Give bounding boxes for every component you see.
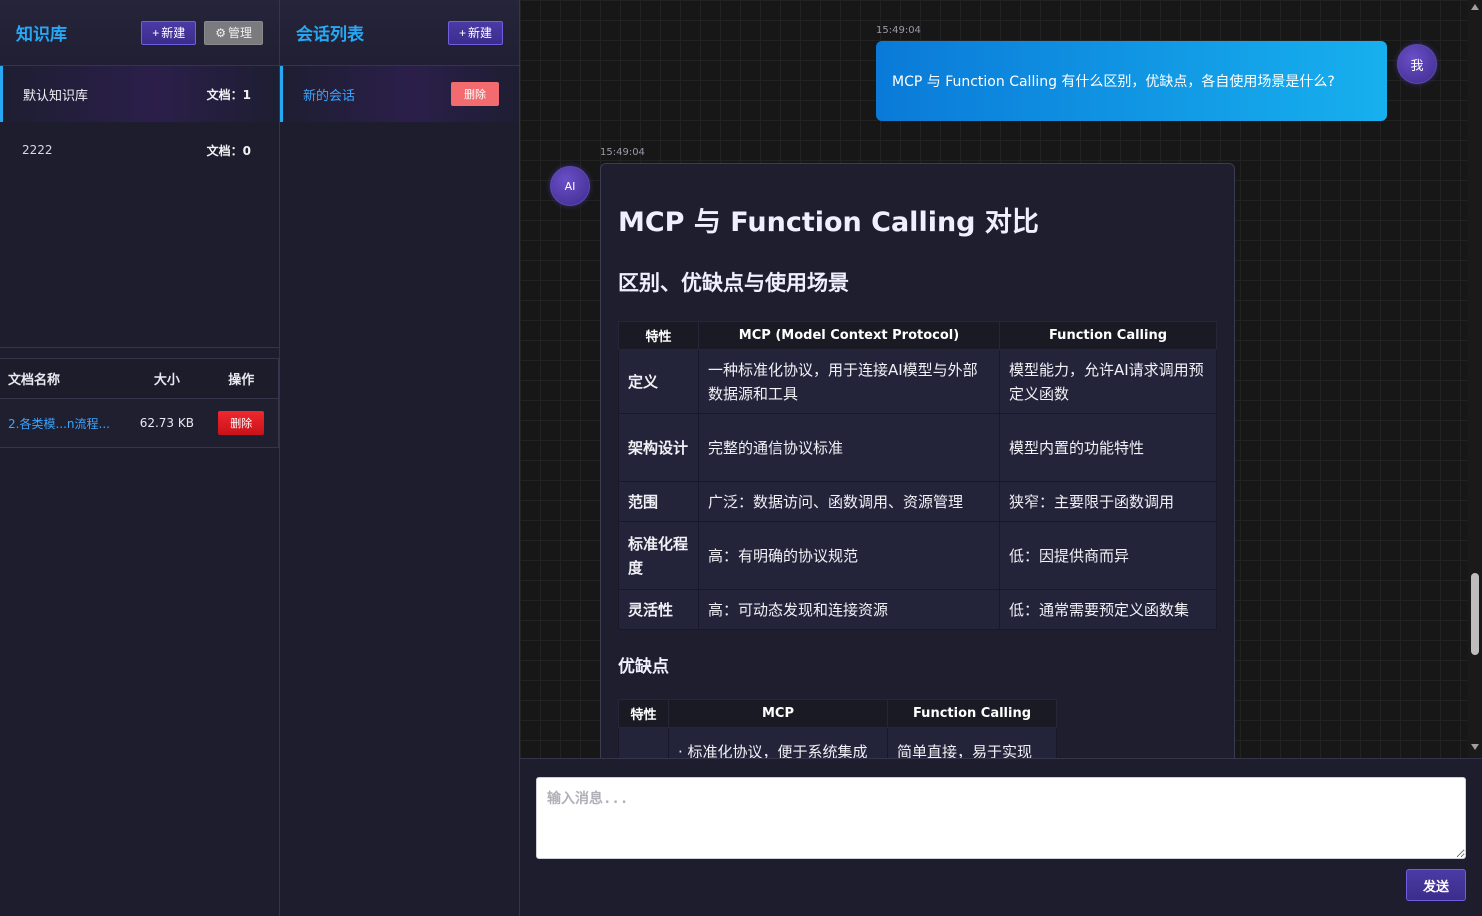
ai-message-time: 15:49:04 bbox=[600, 147, 645, 158]
table-header-cell: MCP bbox=[668, 699, 888, 728]
conversation-item[interactable]: 新的会话 删除 bbox=[280, 66, 519, 122]
table-header-cell: 特性 bbox=[618, 321, 699, 350]
user-message-time: 15:49:04 bbox=[876, 25, 921, 36]
chat-area: 15:49:04 MCP 与 Function Calling 有什么区别，优缺… bbox=[520, 0, 1482, 916]
ai-avatar: AI bbox=[550, 166, 590, 206]
conversation-title: 会话列表 bbox=[296, 25, 364, 45]
plus-icon: + bbox=[458, 25, 466, 40]
kb-item-2222[interactable]: 2222 文档：0 bbox=[0, 122, 279, 178]
table-cell: · 标准化协议，便于系统集成 bbox=[668, 727, 888, 758]
kb-item-count: 文档：1 bbox=[206, 87, 251, 102]
table-cell: 低：因提供商而异 bbox=[999, 521, 1217, 590]
table-header-cell: MCP (Model Context Protocol) bbox=[698, 321, 1000, 350]
table-row: 标准化程度 高：有明确的协议规范 低：因提供商而异 bbox=[618, 521, 1217, 590]
document-size: 62.73 KB bbox=[139, 416, 194, 430]
scrollbar-thumb[interactable] bbox=[1471, 573, 1479, 655]
kb-list: 默认知识库 文档：1 2222 文档：0 bbox=[0, 66, 279, 348]
conversation-new-label: 新建 bbox=[467, 26, 492, 40]
kb-item-name: 默认知识库 bbox=[23, 88, 89, 104]
table-cell: 标准化程度 bbox=[618, 521, 699, 590]
conversation-header: 会话列表 + 新建 bbox=[280, 0, 519, 66]
table-row: 灵活性 高：可动态发现和连接资源 低：通常需要预定义函数集 bbox=[618, 589, 1217, 630]
gear-icon: ⚙ bbox=[215, 25, 226, 40]
col-doc-name: 文档名称 bbox=[8, 373, 61, 388]
kb-item-default[interactable]: 默认知识库 文档：1 bbox=[0, 66, 279, 122]
document-delete-button[interactable]: 删除 bbox=[218, 411, 265, 435]
knowledge-base-panel: 知识库 + 新建 ⚙ 管理 默认知识库 文档：1 2222 文档：0 文档名称 bbox=[0, 0, 280, 916]
ai-message-bubble: MCP 与 Function Calling 对比 区别、优缺点与使用场景 特性… bbox=[600, 163, 1235, 758]
kb-manage-label: 管理 bbox=[227, 26, 252, 40]
table-cell: 定义 bbox=[618, 349, 699, 414]
kb-manage-button[interactable]: ⚙ 管理 bbox=[204, 20, 263, 45]
ai-heading-2: 区别、优缺点与使用场景 bbox=[618, 271, 849, 295]
pros-cons-table: 特性 MCP Function Calling · 标准化协议，便于系统集成 简… bbox=[618, 699, 1057, 758]
table-cell: 高：可动态发现和连接资源 bbox=[698, 589, 1000, 630]
scroll-up-arrow-icon[interactable] bbox=[1471, 4, 1479, 10]
table-cell: 模型能力，允许AI请求调用预定义函数 bbox=[999, 349, 1217, 414]
table-row: 2.各类模...n流程... 62.73 KB 删除 bbox=[0, 399, 278, 447]
table-cell: 低：通常需要预定义函数集 bbox=[999, 589, 1217, 630]
table-cell: 一种标准化协议，用于连接AI模型与外部数据源和工具 bbox=[698, 349, 1000, 414]
table-cell: 模型内置的功能特性 bbox=[999, 413, 1217, 482]
comparison-table: 特性 MCP (Model Context Protocol) Function… bbox=[618, 321, 1217, 630]
table-row: · 标准化协议，便于系统集成 简单直接，易于实现 bbox=[618, 727, 1057, 758]
conversation-panel: 会话列表 + 新建 新的会话 删除 bbox=[280, 0, 520, 916]
col-doc-size: 大小 bbox=[153, 373, 180, 388]
col-doc-action: 操作 bbox=[228, 373, 255, 388]
table-cell: 高：有明确的协议规范 bbox=[698, 521, 1000, 590]
document-link[interactable]: 2.各类模...n流程... bbox=[0, 415, 129, 432]
table-header-cell: 特性 bbox=[618, 699, 669, 728]
kb-new-label: 新建 bbox=[161, 26, 186, 40]
send-button[interactable]: 发送 bbox=[1406, 869, 1466, 901]
kb-item-name: 2222 bbox=[22, 143, 53, 157]
document-table-header: 文档名称 大小 操作 bbox=[0, 359, 278, 399]
kb-new-button[interactable]: + 新建 bbox=[141, 20, 197, 45]
table-row: 架构设计 完整的通信协议标准 模型内置的功能特性 bbox=[618, 413, 1217, 482]
document-table: 文档名称 大小 操作 2.各类模...n流程... 62.73 KB 删除 bbox=[0, 358, 279, 448]
scroll-down-arrow-icon[interactable] bbox=[1471, 744, 1479, 750]
conversation-delete-button[interactable]: 删除 bbox=[451, 82, 499, 106]
conversation-new-button[interactable]: + 新建 bbox=[447, 20, 503, 45]
plus-icon: + bbox=[152, 25, 160, 40]
table-row: 定义 一种标准化协议，用于连接AI模型与外部数据源和工具 模型能力，允许AI请求… bbox=[618, 349, 1217, 414]
table-cell: 灵活性 bbox=[618, 589, 699, 630]
user-avatar: 我 bbox=[1397, 44, 1437, 84]
table-cell: 范围 bbox=[618, 481, 699, 522]
table-header-cell: Function Calling bbox=[887, 699, 1057, 728]
message-input[interactable] bbox=[536, 777, 1466, 859]
table-header-cell: Function Calling bbox=[999, 321, 1217, 350]
table-cell: 广泛：数据访问、函数调用、资源管理 bbox=[698, 481, 1000, 522]
table-header-row: 特性 MCP (Model Context Protocol) Function… bbox=[618, 321, 1217, 350]
ai-heading-3: 优缺点 bbox=[618, 657, 669, 677]
table-cell: 架构设计 bbox=[618, 413, 699, 482]
app-root: 知识库 + 新建 ⚙ 管理 默认知识库 文档：1 2222 文档：0 文档名称 bbox=[0, 0, 1482, 916]
kb-header: 知识库 + 新建 ⚙ 管理 bbox=[0, 0, 279, 66]
chat-scrollbar[interactable] bbox=[1468, 0, 1482, 758]
message-composer: 发送 bbox=[520, 758, 1482, 916]
conversation-item-title: 新的会话 bbox=[303, 88, 356, 104]
user-message-text: MCP 与 Function Calling 有什么区别，优缺点，各自使用场景是… bbox=[892, 74, 1335, 90]
message-list: 15:49:04 MCP 与 Function Calling 有什么区别，优缺… bbox=[520, 0, 1468, 758]
table-cell: 狭窄：主要限于函数调用 bbox=[999, 481, 1217, 522]
table-header-row: 特性 MCP Function Calling bbox=[618, 699, 1057, 728]
kb-item-count: 文档：0 bbox=[206, 143, 251, 158]
table-cell: 简单直接，易于实现 bbox=[887, 727, 1057, 758]
kb-title: 知识库 bbox=[16, 25, 67, 45]
table-cell: 完整的通信协议标准 bbox=[698, 413, 1000, 482]
table-row: 范围 广泛：数据访问、函数调用、资源管理 狭窄：主要限于函数调用 bbox=[618, 481, 1217, 522]
user-message-bubble: MCP 与 Function Calling 有什么区别，优缺点，各自使用场景是… bbox=[876, 41, 1387, 121]
table-cell bbox=[618, 727, 669, 758]
ai-heading-1: MCP 与 Function Calling 对比 bbox=[618, 207, 1039, 238]
